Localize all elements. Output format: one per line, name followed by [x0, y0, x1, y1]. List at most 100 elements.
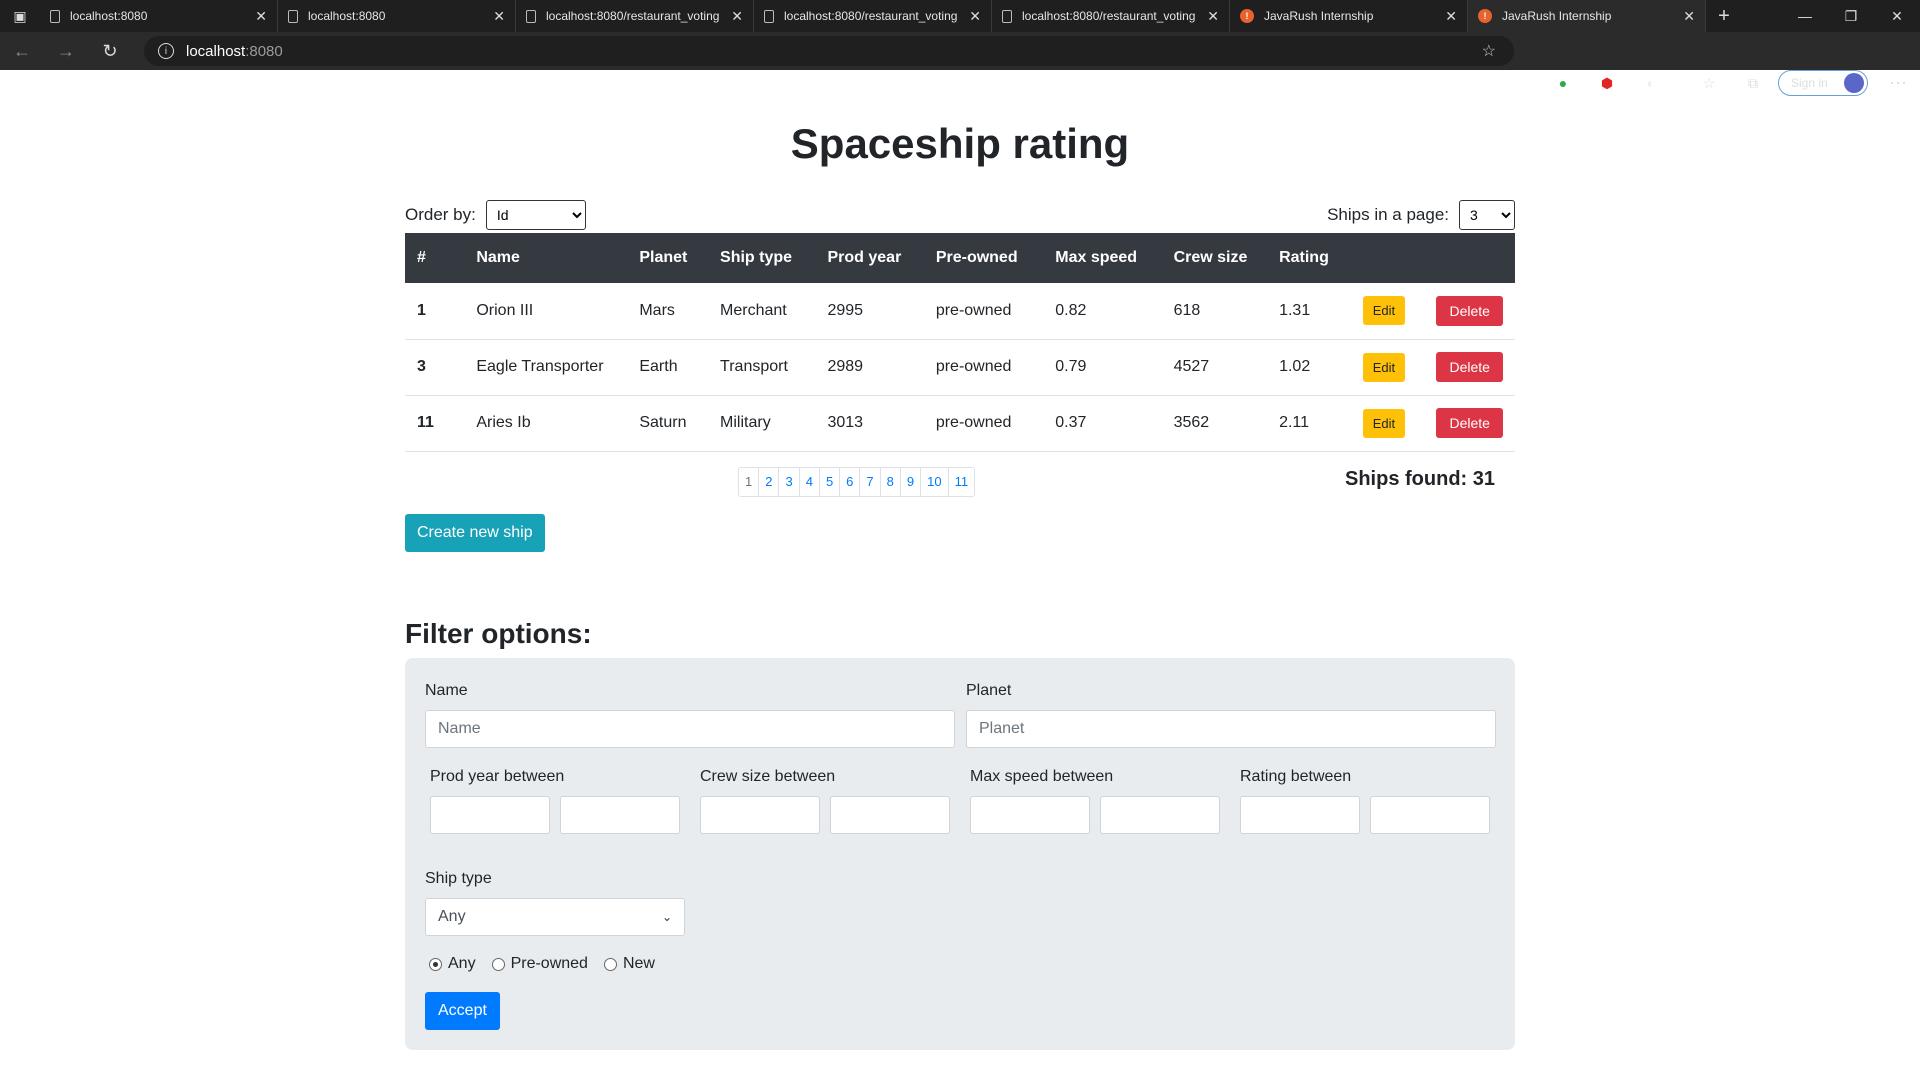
page-link[interactable]: 3	[778, 468, 798, 496]
column-header: Name	[476, 249, 520, 266]
order-by-control: Order by: Id	[405, 200, 586, 230]
page-link[interactable]: 8	[879, 468, 900, 496]
prod-year-label: Prod year between	[430, 768, 565, 785]
ship-type-select[interactable]: Any ⌄	[425, 898, 685, 936]
browser-tab[interactable]: ! JavaRush Internship ✕	[1230, 0, 1468, 32]
order-by-select[interactable]: Id	[485, 200, 586, 230]
restore-icon[interactable]: ❐	[1828, 0, 1874, 32]
address-bar-row: ← → ↻ i localhost:8080 ☆ ● ⬢ ◐ ☆ ⧉ Sign …	[0, 32, 1920, 96]
browser-tab[interactable]: localhost:8080 ✕	[278, 0, 516, 32]
table-row: 11 Aries Ib Saturn Military 3013 pre-owned 0.3…	[405, 395, 1515, 451]
max-speed-label: Max speed between	[970, 768, 1114, 785]
cell-used: pre-owned	[935, 414, 1012, 431]
table-body: 1 Orion III Mars Merchant 2995 pre-owned 0.82 6…	[405, 283, 1515, 451]
site-info-icon[interactable]: i	[158, 43, 174, 59]
page-link[interactable]: 6	[839, 468, 859, 496]
tab-title: localhost:8080	[70, 9, 148, 23]
prod-year-min-input[interactable]	[430, 796, 550, 834]
browser-tab[interactable]: localhost:8080/restaurant_voting ✕	[992, 0, 1230, 32]
delete-button[interactable]: Delete	[1436, 352, 1503, 382]
close-tab-icon[interactable]: ✕	[1207, 8, 1219, 25]
page-size-select[interactable]: 3	[1459, 200, 1515, 230]
cell-name: Orion III	[476, 301, 534, 319]
cell-type: Merchant	[720, 301, 787, 319]
radio-any[interactable]: Any	[429, 955, 476, 973]
tab-title: localhost:8080/restaurant_voting	[1022, 9, 1196, 23]
ship-type-label: Ship type	[425, 870, 492, 887]
close-tab-icon[interactable]: ✕	[1683, 8, 1695, 25]
page-link[interactable]: 4	[798, 468, 819, 496]
planet-filter-label: Planet	[966, 682, 1012, 699]
cell-type: Military	[720, 414, 771, 431]
rating-label: Rating between	[1240, 768, 1352, 785]
page-link[interactable]: 9	[899, 468, 920, 496]
column-header: Planet	[639, 249, 688, 266]
name-filter-input[interactable]: Name	[425, 710, 955, 748]
close-tab-icon[interactable]: ✕	[493, 8, 505, 25]
cell-year: 2989	[827, 358, 864, 375]
cell-used: pre-owned	[935, 301, 1012, 319]
crew-size-min-input[interactable]	[700, 796, 820, 834]
cell-speed: 0.37	[1055, 414, 1087, 431]
edit-button[interactable]: Edit	[1362, 296, 1406, 326]
cell-crew: 4527	[1173, 358, 1210, 375]
window-menu-icon[interactable]: ▣	[0, 0, 40, 32]
radio-any-label: Any	[448, 955, 476, 972]
radio-new[interactable]: New	[603, 955, 655, 973]
new-tab-button[interactable]: +	[1706, 0, 1742, 32]
max-speed-min-input[interactable]	[970, 796, 1090, 834]
radio-preowned[interactable]: Pre-owned	[491, 955, 588, 973]
cell-planet: Earth	[639, 358, 678, 375]
page-link[interactable]: 10	[920, 468, 947, 496]
url-field[interactable]: i localhost:8080 ☆	[144, 36, 1514, 66]
ships-found-count: Ships found: 31	[1345, 468, 1495, 490]
url-host: localhost	[186, 42, 246, 60]
delete-button[interactable]: Delete	[1436, 295, 1503, 326]
browser-tab[interactable]: localhost:8080/restaurant_voting ✕	[516, 0, 754, 32]
prod-year-max-input[interactable]	[560, 796, 680, 834]
reload-icon[interactable]: ↻	[88, 32, 132, 70]
edit-button[interactable]: Edit	[1362, 408, 1406, 438]
accept-filter-button[interactable]: Accept	[425, 992, 500, 1030]
page-link[interactable]: 7	[859, 468, 879, 496]
close-window-icon[interactable]: ✕	[1874, 0, 1920, 32]
close-tab-icon[interactable]: ✕	[731, 8, 743, 25]
page-link[interactable]: 1	[739, 468, 758, 496]
browser-tab[interactable]: localhost:8080/restaurant_voting ✕	[754, 0, 992, 32]
chevron-down-icon: ⌄	[661, 910, 672, 924]
max-speed-max-input[interactable]	[1100, 796, 1220, 834]
close-tab-icon[interactable]: ✕	[1445, 8, 1457, 25]
edit-button[interactable]: Edit	[1362, 352, 1406, 382]
rating-max-input[interactable]	[1370, 796, 1490, 834]
table-row: 3 Eagle Transporter Earth Transport 2989 pre-…	[405, 339, 1515, 395]
document-icon	[526, 9, 536, 23]
forward-icon[interactable]: →	[44, 32, 88, 70]
browser-tab[interactable]: localhost:8080 ✕	[40, 0, 278, 32]
cell-year: 3013	[827, 414, 864, 431]
edit-cell: Edit	[1351, 283, 1425, 339]
browser-tab[interactable]: ! JavaRush Internship ✕	[1468, 0, 1706, 32]
tab-title: JavaRush Internship	[1264, 9, 1374, 23]
column-header: Rating	[1279, 249, 1329, 266]
rating-min-input[interactable]	[1240, 796, 1360, 834]
minimize-icon[interactable]: —	[1782, 0, 1828, 32]
favorite-star-icon[interactable]: ☆	[1482, 41, 1496, 61]
cell-speed: 0.82	[1055, 301, 1087, 319]
column-header: Max speed	[1055, 249, 1138, 266]
cell-speed: 0.79	[1055, 358, 1087, 375]
page-link[interactable]: 2	[758, 468, 778, 496]
cell-rating: 2.11	[1279, 414, 1310, 431]
page-link[interactable]: 5	[818, 468, 839, 496]
crew-size-max-input[interactable]	[830, 796, 950, 834]
close-tab-icon[interactable]: ✕	[255, 8, 267, 25]
ship-type-value: Any	[438, 908, 466, 925]
create-ship-button[interactable]: Create new ship	[405, 514, 545, 552]
planet-filter-input[interactable]: Planet	[966, 710, 1496, 748]
radio-new-dot[interactable]	[603, 957, 617, 971]
radio-preowned-dot[interactable]	[491, 957, 505, 971]
close-tab-icon[interactable]: ✕	[969, 8, 981, 25]
page-link[interactable]: 11	[947, 468, 975, 496]
back-icon[interactable]: ←	[0, 32, 44, 70]
radio-any-dot[interactable]	[429, 957, 442, 971]
delete-button[interactable]: Delete	[1436, 408, 1503, 438]
